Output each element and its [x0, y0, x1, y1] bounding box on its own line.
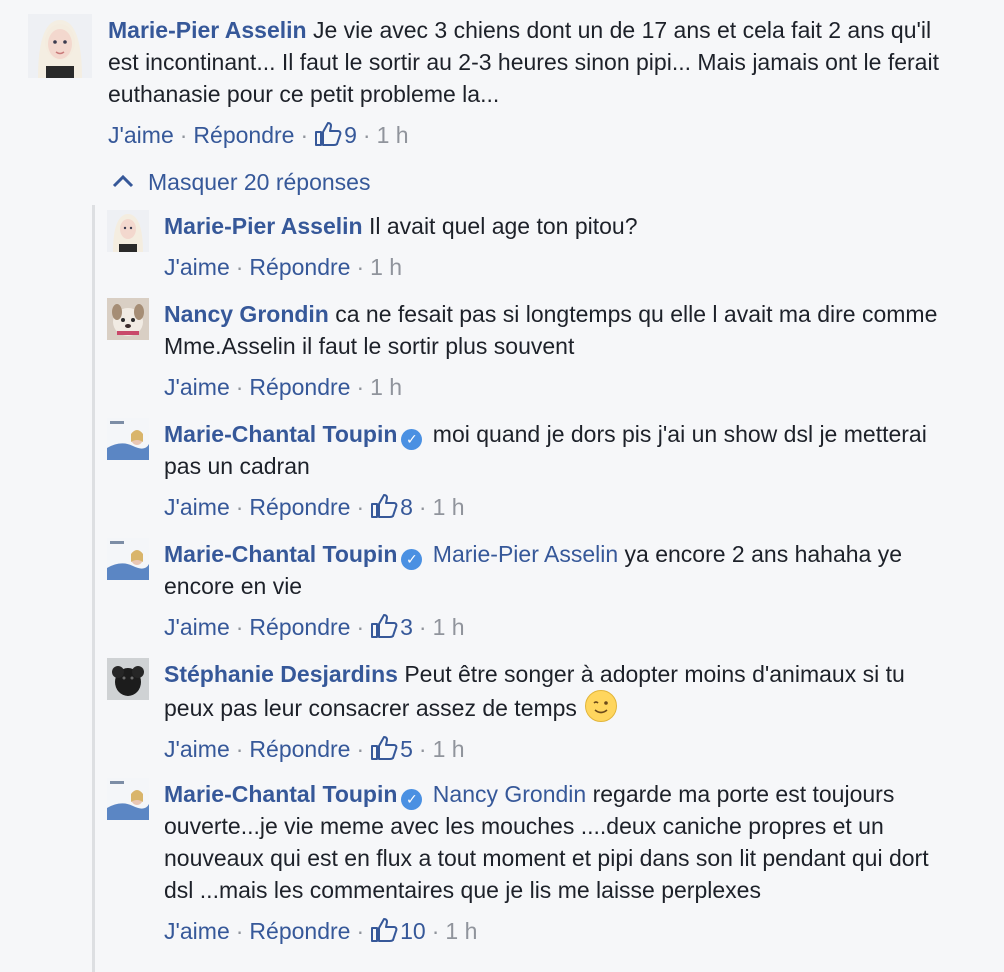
- timestamp[interactable]: 1 h: [433, 736, 465, 762]
- like-link[interactable]: J'aime: [164, 254, 230, 280]
- verified-badge-icon: ✓: [401, 549, 423, 570]
- comment-actions: J'aime · Répondre · 1 h: [164, 252, 939, 282]
- like-count-badge[interactable]: 9: [314, 122, 357, 148]
- hide-replies-label: Masquer 20 réponses: [148, 169, 371, 195]
- author-name[interactable]: Stéphanie Desjardins: [164, 661, 398, 687]
- comment-text: Il avait quel age ton pitou?: [368, 213, 638, 239]
- like-link[interactable]: J'aime: [164, 374, 230, 400]
- verified-badge-icon: ✓: [401, 789, 423, 810]
- reply-link[interactable]: Répondre: [249, 494, 350, 520]
- comment-actions: J'aime · Répondre · 10 · 1 h: [164, 916, 939, 946]
- separator: ·: [356, 736, 365, 762]
- avatar[interactable]: [28, 14, 92, 78]
- thumbs-up-icon: [371, 494, 398, 518]
- author-name[interactable]: Marie-Pier Asselin: [164, 213, 363, 239]
- mention-link[interactable]: Marie-Pier Asselin: [433, 541, 618, 567]
- comment-actions: J'aime · Répondre · 1 h: [164, 372, 939, 402]
- separator: ·: [356, 494, 365, 520]
- separator: ·: [235, 614, 244, 640]
- separator: ·: [235, 374, 244, 400]
- hide-replies-button[interactable]: Masquer 20 réponses: [112, 167, 370, 197]
- like-count: 8: [400, 494, 413, 520]
- like-count: 9: [344, 122, 357, 148]
- like-count-badge[interactable]: 10: [370, 918, 426, 944]
- like-count-badge[interactable]: 3: [370, 614, 413, 640]
- like-link[interactable]: J'aime: [164, 494, 230, 520]
- verified-badge-icon: ✓: [401, 429, 423, 450]
- author-name[interactable]: Marie-Pier Asselin: [108, 17, 307, 43]
- avatar[interactable]: [107, 658, 149, 700]
- reply-link[interactable]: Répondre: [249, 374, 350, 400]
- avatar[interactable]: [107, 418, 149, 460]
- reply-link[interactable]: Répondre: [249, 736, 350, 762]
- like-link[interactable]: J'aime: [164, 614, 230, 640]
- separator: ·: [235, 736, 244, 762]
- thumbs-up-icon: [371, 614, 398, 638]
- like-link[interactable]: J'aime: [164, 736, 230, 762]
- comment-thread: Marie-Pier Asselin Je vie avec 3 chiens …: [0, 0, 1004, 972]
- like-count: 3: [400, 614, 413, 640]
- author-name[interactable]: Marie-Chantal Toupin: [164, 781, 397, 807]
- timestamp[interactable]: 1 h: [445, 918, 477, 944]
- separator: ·: [235, 918, 244, 944]
- separator: ·: [356, 254, 365, 280]
- timestamp[interactable]: 1 h: [370, 374, 402, 400]
- like-count-badge[interactable]: 8: [370, 494, 413, 520]
- comment-actions: J'aime · Répondre · 5 · 1 h: [164, 734, 939, 764]
- mention-link[interactable]: Nancy Grondin: [433, 781, 586, 807]
- reply-link[interactable]: Répondre: [249, 614, 350, 640]
- avatar[interactable]: [107, 210, 149, 252]
- thumbs-up-icon: [315, 122, 342, 146]
- timestamp[interactable]: 1 h: [377, 122, 409, 148]
- comment-actions: J'aime · Répondre · 3 · 1 h: [164, 612, 939, 642]
- separator: ·: [356, 374, 365, 400]
- chevron-up-icon: [112, 174, 134, 188]
- separator: ·: [356, 614, 365, 640]
- separator: ·: [179, 122, 188, 148]
- author-name[interactable]: Nancy Grondin: [164, 301, 329, 327]
- timestamp[interactable]: 1 h: [433, 614, 465, 640]
- author-name[interactable]: Marie-Chantal Toupin: [164, 541, 397, 567]
- thumbs-up-icon: [371, 918, 398, 942]
- like-link[interactable]: J'aime: [164, 918, 230, 944]
- comment-actions: J'aime · Répondre · 9 · 1 h: [108, 120, 958, 150]
- separator: ·: [235, 254, 244, 280]
- thread-line: [92, 205, 95, 972]
- timestamp[interactable]: 1 h: [433, 494, 465, 520]
- comment-actions: J'aime · Répondre · 8 · 1 h: [164, 492, 939, 522]
- separator: ·: [418, 494, 427, 520]
- like-link[interactable]: J'aime: [108, 122, 174, 148]
- separator: ·: [235, 494, 244, 520]
- separator: ·: [418, 736, 427, 762]
- avatar[interactable]: [107, 778, 149, 820]
- thumbs-up-icon: [371, 736, 398, 760]
- author-name[interactable]: Marie-Chantal Toupin: [164, 421, 397, 447]
- avatar[interactable]: [107, 538, 149, 580]
- separator: ·: [356, 918, 365, 944]
- avatar[interactable]: [107, 298, 149, 340]
- reply-link[interactable]: Répondre: [249, 918, 350, 944]
- like-count-badge[interactable]: 5: [370, 736, 413, 762]
- separator: ·: [431, 918, 440, 944]
- timestamp[interactable]: 1 h: [370, 254, 402, 280]
- wink-emoji-icon: [585, 690, 618, 722]
- like-count: 10: [400, 918, 426, 944]
- like-count: 5: [400, 736, 413, 762]
- separator: ·: [300, 122, 309, 148]
- separator: ·: [362, 122, 371, 148]
- reply-link[interactable]: Répondre: [249, 254, 350, 280]
- reply-link[interactable]: Répondre: [193, 122, 294, 148]
- separator: ·: [418, 614, 427, 640]
